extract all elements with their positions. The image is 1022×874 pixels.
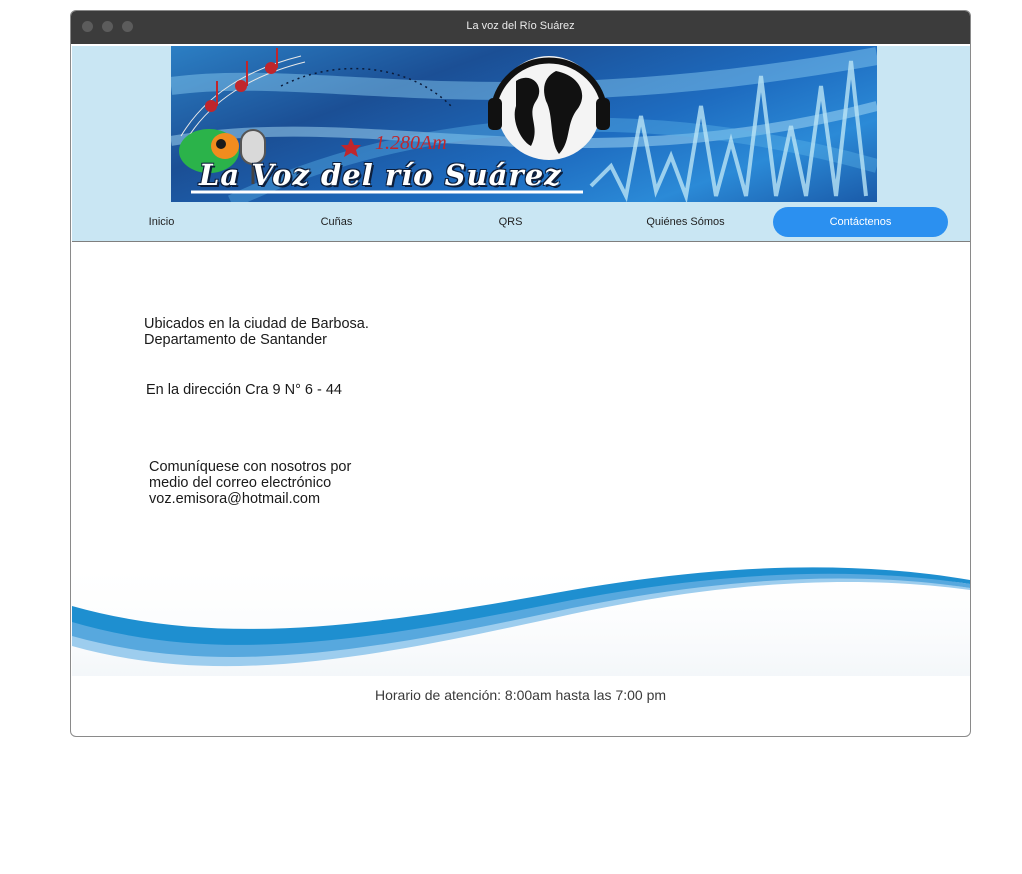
address-text: En la dirección Cra 9 N° 6 - 44	[146, 382, 342, 398]
location-line-1: Ubicados en la ciudad de Barbosa.	[144, 316, 369, 332]
window-title: La voz del Río Suárez	[466, 20, 575, 32]
nav-item-quienes-somos[interactable]: Quiénes Sómos	[598, 207, 773, 237]
contact-line-1: Comuníquese con nosotros por	[149, 459, 352, 475]
nav-item-inicio[interactable]: Inicio	[74, 207, 249, 237]
station-banner: 1.280Am La Voz del río Suárez	[171, 46, 877, 202]
location-line-2: Departamento de Santander	[144, 332, 327, 348]
business-hours: Horario de atención: 8:00am hasta las 7:…	[374, 687, 667, 703]
contact-email: voz.emisora@hotmail.com	[149, 491, 321, 507]
banner-frequency: 1.280Am	[375, 132, 447, 154]
site-header: 1.280Am La Voz del río Suárez Inicio Cuñ…	[72, 46, 970, 242]
decorative-wave	[72, 556, 970, 676]
main-nav: Inicio Cuñas QRS Quiénes Sómos Contácten…	[72, 207, 970, 238]
banner-station-name: La Voz del río Suárez	[199, 158, 562, 192]
contact-line-2: medio del correo electrónico	[149, 475, 332, 491]
nav-item-contactenos[interactable]: Contáctenos	[773, 207, 948, 237]
browser-window: La voz del Río Suárez 1.280Am La Voz del…	[70, 10, 971, 737]
nav-item-cunas[interactable]: Cuñas	[249, 207, 424, 237]
title-bar: La voz del Río Suárez	[71, 11, 970, 44]
nav-item-qrs[interactable]: QRS	[423, 207, 598, 237]
